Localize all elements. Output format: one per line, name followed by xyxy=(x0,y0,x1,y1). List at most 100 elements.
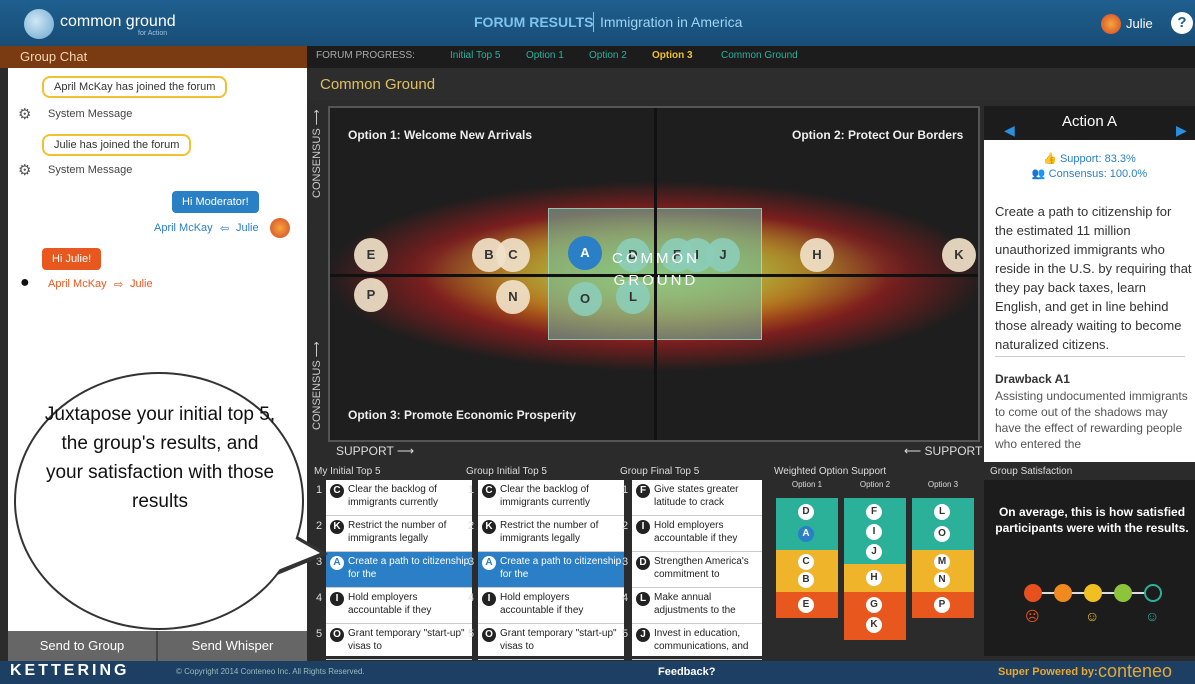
satisfaction-dot xyxy=(1084,584,1102,602)
help-icon[interactable]: ? xyxy=(1171,12,1193,34)
logo-icon xyxy=(24,9,54,39)
weighted-column: Option 3 L O M N P xyxy=(912,480,974,618)
option-dot[interactable]: I xyxy=(866,524,882,540)
option-dot[interactable]: C xyxy=(496,238,530,272)
progress-step[interactable]: Initial Top 5 xyxy=(450,50,500,61)
satisfaction-text: On average, this is how satisfied partic… xyxy=(995,505,1189,535)
list-item[interactable]: 1 C Clear the backlog of immigrants curren… xyxy=(316,480,472,516)
group-final-list: 1 F Give states greater latitude to crack … xyxy=(622,480,762,660)
forum-subtitle: Immigration in America xyxy=(600,14,743,30)
progress-step-active[interactable]: Option 3 xyxy=(652,50,693,61)
option-dot[interactable]: K xyxy=(866,617,882,633)
group-initial-title: Group Initial Top 5 xyxy=(466,466,547,477)
option-dot[interactable]: L xyxy=(934,504,950,520)
group-initial-list: 1 C Clear the backlog of immigrants curren… xyxy=(468,480,624,660)
progress-label: FORUM PROGRESS: xyxy=(316,50,415,61)
option-dot[interactable]: F xyxy=(866,504,882,520)
gear-icon: ⚙ xyxy=(18,106,32,123)
list-item[interactable]: 1 C Clear the backlog of immigrants curren… xyxy=(468,480,624,516)
message-to[interactable]: Julie xyxy=(130,278,153,290)
reply-icon[interactable]: ⇨ xyxy=(114,278,123,291)
weighted-column-header: Option 1 xyxy=(791,480,823,489)
option-dot[interactable]: D xyxy=(798,504,814,520)
conteneo-logo: conteneo xyxy=(1098,661,1173,681)
option-dot[interactable]: E xyxy=(354,238,388,272)
footer: KETTERING © Copyright 2014 Conteneo Inc.… xyxy=(0,661,1195,684)
thumbs-up-icon: 👍 xyxy=(1043,153,1057,165)
option-dot[interactable]: G xyxy=(866,597,882,613)
option-dot[interactable]: N xyxy=(934,572,950,588)
group-final-title: Group Final Top 5 xyxy=(620,466,700,477)
user-name[interactable]: Julie xyxy=(1126,16,1153,31)
common-ground-chart: Option 1: Welcome New Arrivals Option 2:… xyxy=(328,106,980,442)
action-header: ◀ Action A ▶ xyxy=(984,106,1195,140)
option-dot[interactable]: H xyxy=(800,238,834,272)
list-item[interactable]: 2 K Restrict the number of immigrants lega… xyxy=(316,516,472,552)
callout-text: Juxtapose your initial top 5, the group'… xyxy=(44,404,276,512)
list-item[interactable]: 2 K Restrict the number of immigrants lega… xyxy=(468,516,624,552)
message-from[interactable]: April McKay xyxy=(48,278,107,290)
message-to[interactable]: Julie xyxy=(236,222,259,234)
option-dot[interactable]: C xyxy=(798,554,814,570)
action-title: Action A xyxy=(1061,113,1118,130)
weighted-column: Option 1 D A C B E xyxy=(776,480,838,618)
forum-progress: FORUM PROGRESS: Initial Top 5 Option 1 O… xyxy=(307,46,1195,68)
consensus-axis-bottom: CONSENSUS ⟶ xyxy=(310,340,326,440)
send-to-group-button[interactable]: Send to Group xyxy=(8,631,158,661)
support-axis-right: ⟵ SUPPORT xyxy=(904,444,983,458)
neutral-face-icon: ☺ xyxy=(1085,608,1100,624)
list-item-selected[interactable]: 3 A Create a path to citizenship for the xyxy=(316,552,472,588)
chat-message: Julie has joined the forum xyxy=(42,134,192,156)
callout-tail-fill xyxy=(268,523,320,574)
happy-face-icon: ☺ xyxy=(1145,608,1160,624)
progress-step[interactable]: Option 1 xyxy=(526,50,564,61)
my-top5-list: 1 C Clear the backlog of immigrants curren… xyxy=(316,480,472,660)
sad-face-icon: ☹ xyxy=(1025,608,1040,624)
drawback-title: Drawback A1 xyxy=(995,372,1070,386)
option-dot[interactable]: M xyxy=(934,554,950,570)
drawback-text: Assisting undocumented immigrants to com… xyxy=(995,389,1188,451)
option-dot[interactable]: J xyxy=(866,544,882,560)
list-item[interactable]: 3 D Strengthen America's commitment to xyxy=(622,552,762,588)
prev-arrow-icon[interactable]: ◀ xyxy=(1004,114,1015,146)
list-item[interactable]: 4 I Hold employers accountable if they xyxy=(316,588,472,624)
next-arrow-icon[interactable]: ▶ xyxy=(1176,114,1187,146)
list-item[interactable]: 5 J Invest in education, communications, a… xyxy=(622,624,762,660)
option-dot[interactable]: P xyxy=(354,278,388,312)
option-dot[interactable]: E xyxy=(798,597,814,613)
feedback-link[interactable]: Feedback? xyxy=(658,666,715,678)
message-sender: System Message xyxy=(48,108,133,120)
chat-message: Hi Julie! xyxy=(42,248,102,270)
user-avatar[interactable] xyxy=(1101,14,1121,34)
option-dot[interactable]: H xyxy=(866,570,882,586)
list-item[interactable]: 2 I Hold employers accountable if they xyxy=(622,516,762,552)
option-dot[interactable]: N xyxy=(496,280,530,314)
message-from[interactable]: April McKay xyxy=(154,222,213,234)
list-item[interactable]: 4 I Hold employers accountable if they xyxy=(468,588,624,624)
list-item[interactable]: 5 O Grant temporary "start-up" visas to xyxy=(316,624,472,660)
my-top5-title: My Initial Top 5 xyxy=(314,466,381,477)
option-dot[interactable]: A xyxy=(798,526,814,542)
weighted-column: Option 2 F I J H G K xyxy=(844,480,906,640)
satisfaction-dot xyxy=(1024,584,1042,602)
consensus-label: CONSENSUS ⟶ xyxy=(311,109,323,198)
quadrant-label: Option 1: Welcome New Arrivals xyxy=(348,128,533,142)
option-dot[interactable]: O xyxy=(934,526,950,542)
kettering-logo: KETTERING xyxy=(10,662,130,679)
list-item[interactable]: 5 O Grant temporary "start-up" visas to xyxy=(468,624,624,660)
copyright: © Copyright 2014 Conteneo Inc. All Right… xyxy=(176,667,365,676)
app-logo-subtitle: for Action xyxy=(138,30,168,37)
option-dot[interactable]: B xyxy=(798,572,814,588)
option-dot[interactable]: P xyxy=(934,597,950,613)
forum-title: FORUM RESULTS xyxy=(474,14,594,30)
list-item[interactable]: 4 L Make annual adjustments to the xyxy=(622,588,762,624)
list-item[interactable]: 1 F Give states greater latitude to crack xyxy=(622,480,762,516)
list-item-selected[interactable]: 3 A Create a path to citizenship for the xyxy=(468,552,624,588)
common-ground-label: COMMON GROUND xyxy=(612,250,700,289)
quadrant-label: Option 3: Promote Economic Prosperity xyxy=(348,408,577,422)
progress-step[interactable]: Option 2 xyxy=(589,50,627,61)
option-dot[interactable]: K xyxy=(942,238,976,272)
reply-icon[interactable]: ⇦ xyxy=(220,222,229,235)
progress-step[interactable]: Common Ground xyxy=(721,50,798,61)
send-whisper-button[interactable]: Send Whisper xyxy=(158,631,307,661)
